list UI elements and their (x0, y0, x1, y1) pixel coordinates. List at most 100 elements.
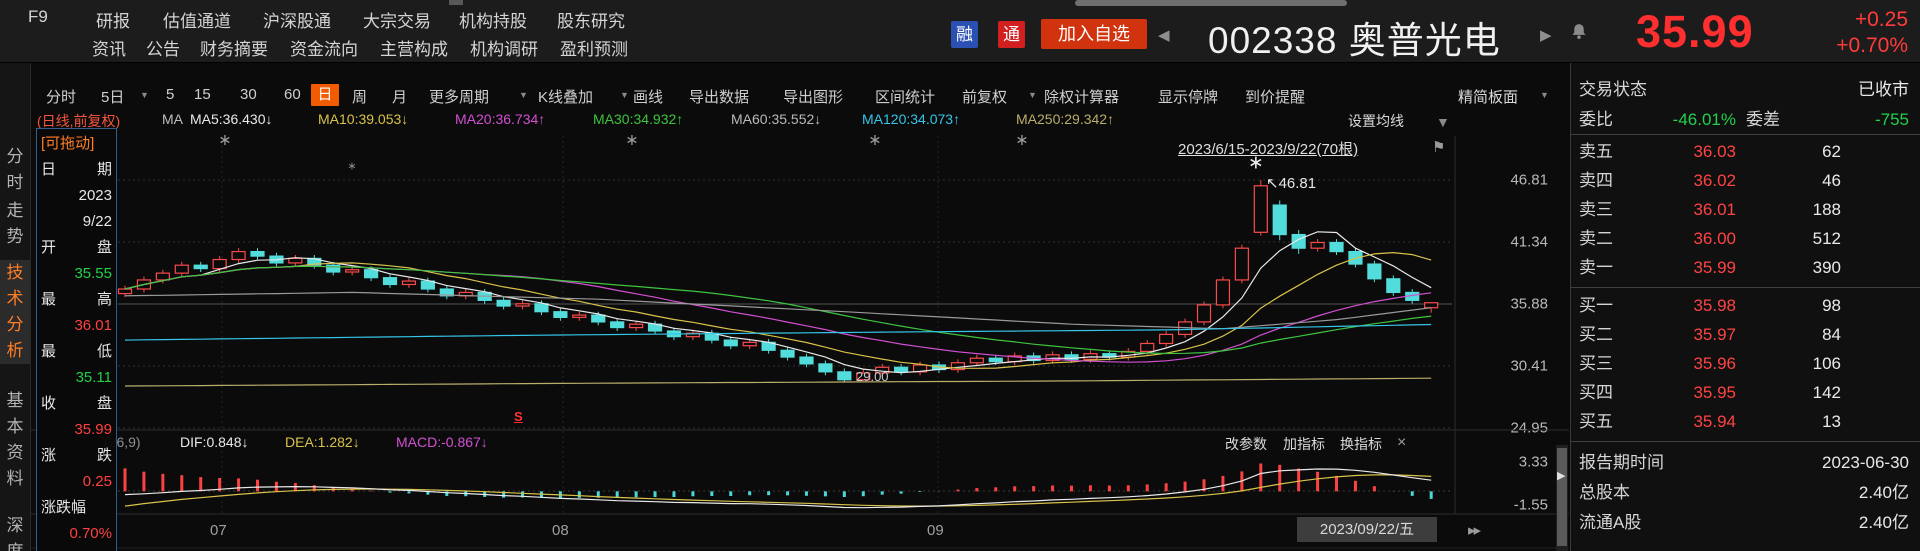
ask-label: 卖三 (1579, 200, 1613, 219)
dropdown-caret-icon[interactable]: ▼ (620, 90, 629, 100)
ask-price: 36.00 (1693, 229, 1736, 248)
dropdown-caret-icon[interactable]: ▼ (140, 90, 149, 100)
top-menu-item-财务摘要[interactable]: 财务摘要 (200, 35, 268, 60)
bid-label: 买一 (1579, 296, 1613, 315)
ask-qty: 46 (1822, 171, 1841, 190)
top-menu-item-机构持股[interactable]: 机构持股 (459, 7, 527, 32)
macd-macd-value: MACD:-0.867↓ (396, 434, 488, 450)
sidebar-item-技术分析[interactable]: 技术分析 (0, 260, 30, 364)
prev-stock-icon[interactable]: ◀ (1158, 26, 1170, 44)
top-menu-item-沪深股通[interactable]: 沪深股通 (263, 7, 331, 32)
trade-status-row: 交易状态 已收市 (1571, 75, 1920, 104)
info-row-总股本: 总股本 2.40亿 (1571, 478, 1920, 507)
edit-params-button[interactable]: 改参数 (1225, 434, 1267, 454)
high-label: 最高 (41, 291, 112, 308)
ohlc-info-panel[interactable]: [可拖动] 日期 2023 9/22 开盘 35.55 最高 36.01 最低 … (36, 128, 117, 551)
add-indicator-button[interactable]: 加指标 (1283, 434, 1325, 454)
top-menu-item-估值通道[interactable]: 估值通道 (163, 7, 231, 32)
toolbar-分时[interactable]: 分时 (46, 86, 76, 107)
chart-toolbar: 分时 5日 ▼ 5 15 30 60 日周 月 更多周期 ▼ K线叠加 ▼ 画线 导出数据 导出图形 区间统计 前… (0, 84, 1570, 110)
sidebar-item-深度资料[interactable]: 深度资料 (0, 513, 30, 551)
sidebar-item-走势[interactable]: 走势 (0, 198, 30, 250)
top-menu-item-主营构成[interactable]: 主营构成 (380, 35, 448, 60)
ask-row-卖二: 卖二 36.00 512 (1571, 224, 1920, 253)
chart-event-star-icon: ∗ (347, 160, 357, 173)
bid-qty: 106 (1812, 354, 1841, 373)
bid-row-买二: 买二 35.97 84 (1571, 320, 1920, 349)
bid-label: 买五 (1579, 412, 1613, 431)
toolbar-K线叠加[interactable]: K线叠加 (538, 86, 593, 107)
ask-qty: 62 (1822, 142, 1841, 161)
toolbar-导出数据[interactable]: 导出数据 (689, 86, 749, 107)
dropdown-caret-icon[interactable]: ▼ (1436, 114, 1450, 130)
sidebar-item-分时[interactable]: 分时 (0, 144, 30, 196)
chart-event-star-icon: ∗ (625, 132, 639, 149)
toolbar-更多周期[interactable]: 更多周期 (429, 86, 489, 107)
header-bar: F9 研报 估值通道 沪深股通 大宗交易 机构持股 股东研究 资讯 公告 财务摘要 资金流向 主营构… (0, 0, 1920, 63)
toolbar-到价提醒[interactable]: 到价提醒 (1245, 86, 1305, 107)
toolbar-日[interactable]: 日 (311, 84, 339, 106)
pct-value: 0.70% (69, 525, 112, 542)
margin-rong-badge[interactable]: 融 (951, 21, 978, 48)
close-indicator-icon[interactable]: × (1397, 434, 1406, 452)
info-label: 总股本 (1579, 483, 1630, 502)
bid-label: 买三 (1579, 354, 1613, 373)
date-md-value: 9/22 (82, 213, 112, 230)
top-menu-item-大宗交易[interactable]: 大宗交易 (363, 7, 431, 32)
bid-row-买一: 买一 35.98 98 (1571, 291, 1920, 320)
toolbar-60[interactable]: 60 (284, 86, 301, 103)
switch-indicator-button[interactable]: 换指标 (1340, 434, 1382, 454)
dropdown-caret-icon[interactable]: ▼ (519, 90, 528, 100)
ask-price: 35.99 (1693, 258, 1736, 277)
ma-legend-2: MA20:36.734↑ (455, 111, 546, 127)
bid-price: 35.97 (1693, 325, 1736, 344)
pin-icon[interactable]: ⚑ (1432, 138, 1445, 156)
toolbar-30[interactable]: 30 (240, 86, 257, 103)
panel-scrollbar[interactable]: ▶ (1556, 445, 1568, 551)
drag-handle-label[interactable]: [可拖动] (41, 133, 112, 155)
dropdown-caret-icon[interactable]: ▼ (1540, 90, 1549, 100)
tong-badge[interactable]: 通 (998, 21, 1025, 48)
sidebar-item-基本资料[interactable]: 基本资料 (0, 388, 30, 492)
bid-price: 35.94 (1693, 412, 1736, 431)
toolbar-显示停牌[interactable]: 显示停牌 (1158, 86, 1218, 107)
ma-legend-4: MA60:35.552↓ (731, 111, 822, 127)
ask-label: 卖五 (1579, 142, 1613, 161)
ask-row-卖三: 卖三 36.01 188 (1571, 195, 1920, 224)
toolbar-15[interactable]: 15 (194, 86, 211, 103)
toolbar-导出图形[interactable]: 导出图形 (783, 86, 843, 107)
set-ma-button[interactable]: 设置均线 (1348, 111, 1404, 131)
dropdown-caret-icon[interactable]: ▼ (1028, 90, 1037, 100)
toolbar-5日[interactable]: 5日 (101, 86, 124, 107)
top-menu-item-盈利预测[interactable]: 盈利预测 (560, 35, 628, 60)
info-label: 流通A股 (1579, 513, 1642, 532)
top-menu-item-机构调研[interactable]: 机构调研 (470, 35, 538, 60)
toolbar-除权计算器[interactable]: 除权计算器 (1044, 86, 1119, 107)
top-menu-item-资金流向[interactable]: 资金流向 (290, 35, 358, 60)
toolbar-前复权[interactable]: 前复权 (962, 86, 1007, 107)
top-menu-item-F9[interactable]: F9 (28, 7, 48, 27)
ask-qty: 512 (1812, 229, 1841, 248)
chart-event-star-icon: ∗ (1015, 132, 1029, 149)
toolbar-画线[interactable]: 画线 (633, 86, 663, 107)
stock-app-window: { "header": { "menu_row1": ["F9","研报","估… (0, 0, 1920, 551)
top-scrollbar-thumb[interactable] (1075, 0, 1347, 6)
top-menu-item-资讯[interactable]: 资讯 (92, 35, 126, 60)
stock-code-name: 002338 奥普光电 (1208, 20, 1501, 61)
toolbar-周[interactable]: 周 (352, 86, 367, 107)
next-stock-icon[interactable]: ▶ (1540, 26, 1552, 44)
add-to-watchlist-button[interactable]: 加入自选 (1041, 19, 1147, 49)
top-menu-item-股东研究[interactable]: 股东研究 (557, 7, 625, 32)
top-menu-item-公告[interactable]: 公告 (146, 35, 180, 60)
expand-panel-icon[interactable]: ▶ (1557, 469, 1565, 482)
top-menu-item-研报[interactable]: 研报 (96, 7, 130, 32)
ma-legend-6: MA250:29.342↑ (1016, 111, 1115, 127)
toolbar-simple-layout[interactable]: 精简板面 (1458, 86, 1518, 107)
ma-legend-0: MA5:36.430↓ (190, 111, 273, 127)
toolbar-区间统计[interactable]: 区间统计 (875, 86, 935, 107)
toolbar-月[interactable]: 月 (392, 86, 407, 107)
toolbar-5[interactable]: 5 (166, 86, 174, 103)
weibi-label: 委比 (1579, 110, 1613, 129)
ask-row-卖五: 卖五 36.03 62 (1571, 137, 1920, 166)
panel-scrollbar-thumb[interactable] (1557, 448, 1567, 546)
